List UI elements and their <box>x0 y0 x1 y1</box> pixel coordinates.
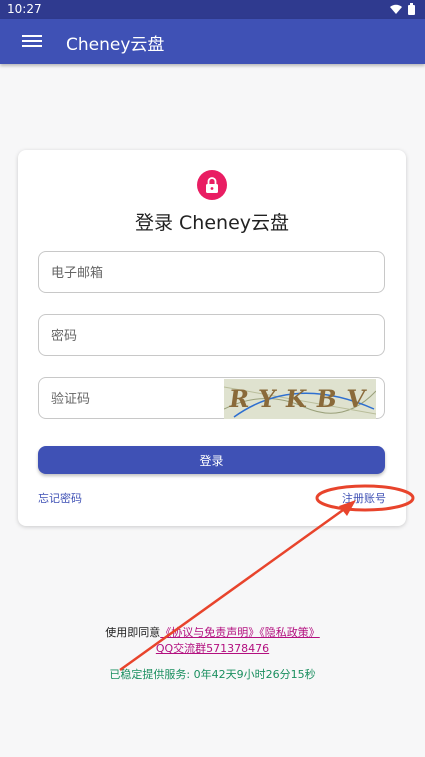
battery-icon <box>408 3 415 15</box>
terms-line: 使用即同意《协议与免责声明》《隐私政策》 <box>0 624 425 640</box>
captcha-field[interactable]: RYKBV <box>38 377 385 420</box>
terms-prefix: 使用即同意 <box>105 626 161 639</box>
app-title: Cheney云盘 <box>66 35 165 55</box>
password-field[interactable] <box>38 314 385 357</box>
status-bar: 10:27 <box>0 0 425 19</box>
email-field[interactable] <box>38 251 385 294</box>
uptime-text: 已稳定提供服务: 0年42天9小时26分15秒 <box>109 668 316 681</box>
email-input[interactable] <box>49 252 223 294</box>
wifi-icon <box>390 4 402 14</box>
captcha-input[interactable] <box>49 378 223 420</box>
hamburger-menu-icon[interactable] <box>22 32 42 50</box>
forgot-password-link[interactable]: 忘记密码 <box>38 490 82 506</box>
login-title: 登录 Cheney云盘 <box>134 212 289 234</box>
login-button[interactable]: 登录 <box>38 446 385 474</box>
qq-group-link[interactable]: QQ交流群571378476 <box>156 642 269 655</box>
password-input[interactable] <box>49 315 223 357</box>
status-icons <box>390 3 415 15</box>
captcha-text: RYKBV <box>227 384 376 413</box>
register-link[interactable]: 注册账号 <box>342 490 386 506</box>
captcha-image[interactable]: RYKBV <box>224 379 376 419</box>
terms-link[interactable]: 《协议与免责声明》《隐私政策》 <box>160 626 320 639</box>
login-card: 登录 Cheney云盘 RYKBV 登录 忘记密码 注册账号 <box>18 150 406 526</box>
app-bar: Cheney云盘 <box>0 19 425 64</box>
status-time: 10:27 <box>7 2 42 16</box>
qq-group-line: QQ交流群571378476 <box>0 640 425 656</box>
lock-icon <box>197 170 227 200</box>
